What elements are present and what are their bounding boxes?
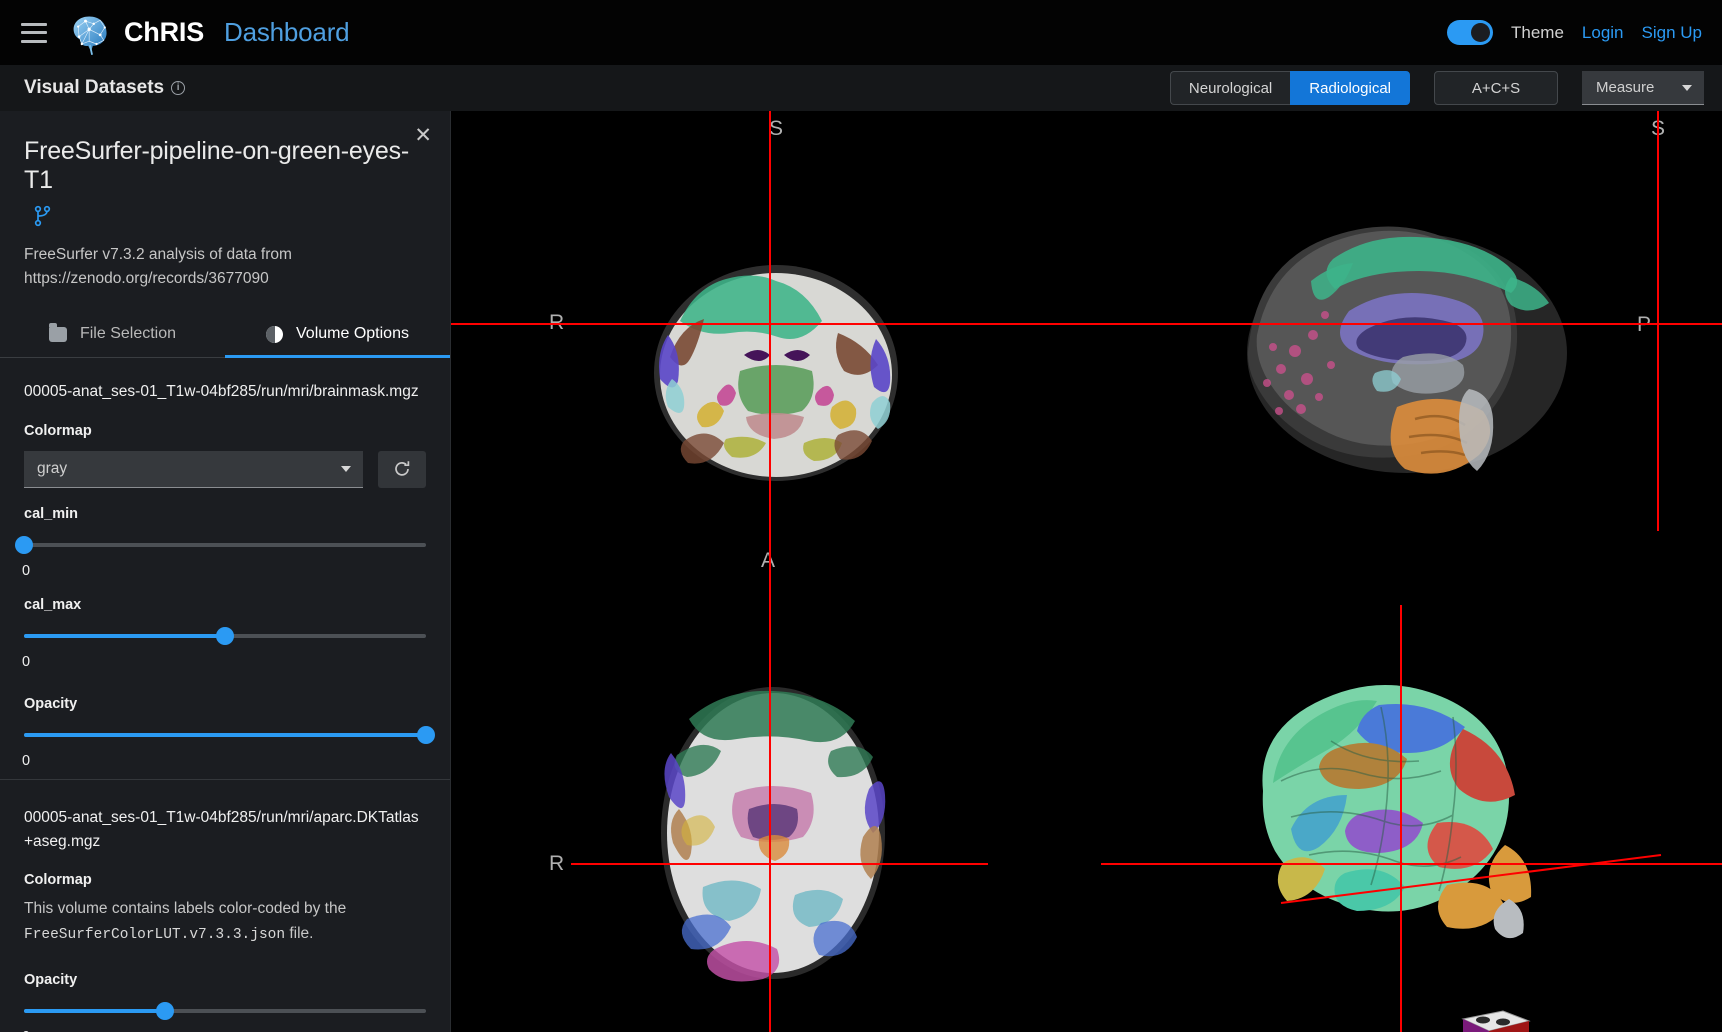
pane-render-3d[interactable] <box>1101 605 1722 1032</box>
theme-toggle[interactable] <box>1446 20 1493 45</box>
contrast-icon <box>266 325 284 343</box>
login-link[interactable]: Login <box>1582 23 1624 43</box>
panel-tabs: File Selection Volume Options <box>0 313 450 359</box>
crosshair-vertical[interactable] <box>769 605 771 1032</box>
volume-path: 00005-anat_ses-01_T1w-04bf285/run/mri/br… <box>24 383 419 401</box>
page-title: Visual Datasets i <box>24 77 186 99</box>
opacity-label: Opacity <box>24 695 78 712</box>
cal-min-slider[interactable] <box>15 535 426 554</box>
masthead-actions: Theme Login Sign Up <box>1446 0 1702 65</box>
colormap-lut-filename: FreeSurferColorLUT.v7.3.3.json <box>24 926 286 943</box>
coronal-slice-image <box>451 111 1101 605</box>
slider-thumb[interactable] <box>155 1001 174 1020</box>
slider-fill <box>24 1008 165 1013</box>
theme-toggle-knob <box>1470 23 1490 42</box>
pane-axial[interactable]: R <box>451 605 1101 1032</box>
view-controls: Neurological Radiological A+C+S Measure <box>1169 71 1704 105</box>
hamburger-bar <box>21 22 47 26</box>
signup-link[interactable]: Sign Up <box>1642 23 1702 43</box>
colormap-note-pre: This volume contains labels color-coded … <box>24 900 347 918</box>
orientation-label-r: R <box>549 852 565 875</box>
sagittal-slice-image <box>1101 111 1722 605</box>
tab-volume-options[interactable]: Volume Options <box>225 313 450 359</box>
page-title-text: Visual Datasets <box>24 77 165 98</box>
slider-track <box>24 542 426 547</box>
opacity-slider[interactable] <box>24 725 435 744</box>
slider-thumb[interactable] <box>15 535 33 554</box>
nifti-viewport[interactable]: S R A <box>451 111 1722 1032</box>
radiological-button[interactable]: Radiological <box>1290 71 1410 105</box>
opacity-label: Opacity <box>24 971 78 988</box>
crosshair-horizontal[interactable] <box>1101 323 1722 325</box>
tab-volume-options-label: Volume Options <box>296 325 409 343</box>
cal-max-slider[interactable] <box>24 626 426 645</box>
tab-file-selection-label: File Selection <box>79 325 177 343</box>
brain-logo-icon <box>73 16 107 55</box>
slider-fill <box>24 732 426 737</box>
orientation-label-s: S <box>769 117 784 140</box>
git-branch-icon[interactable] <box>34 205 52 227</box>
hamburger-bar <box>21 31 47 34</box>
colormap-label: Colormap <box>24 422 92 439</box>
axial-slice-image <box>451 605 1101 1032</box>
slider-thumb[interactable] <box>216 626 234 645</box>
orientation-cube-icon[interactable] <box>1449 1005 1533 1032</box>
cal-min-label: cal_min <box>24 505 78 522</box>
volume-block-aparc: 00005-anat_ses-01_T1w-04bf285/run/mri/ap… <box>0 778 450 1032</box>
crosshair-horizontal[interactable] <box>571 863 988 865</box>
masthead: ChRIS Dashboard Theme Login Sign Up <box>0 0 1722 65</box>
orientation-label-a: A <box>761 549 776 572</box>
colormap-select[interactable]: gray <box>24 450 363 488</box>
brand-subtitle: Dashboard <box>224 17 350 47</box>
colormap-row: gray <box>24 450 426 488</box>
cal-max-value: 0 <box>22 653 31 670</box>
opacity-slider[interactable] <box>24 1001 426 1020</box>
crosshair-vertical[interactable] <box>769 111 771 605</box>
crosshair-vertical[interactable] <box>1657 111 1659 531</box>
measure-dropdown[interactable]: Measure <box>1582 71 1704 105</box>
neurological-button[interactable]: Neurological <box>1169 71 1291 105</box>
pane-coronal[interactable]: S R A <box>451 111 1101 605</box>
surface-render-3d <box>1101 605 1722 1032</box>
colormap-note-post: file. <box>285 924 314 942</box>
cal-min-value: 0 <box>22 562 31 579</box>
hamburger-icon[interactable] <box>21 22 47 43</box>
orientation-label-p: P <box>1637 313 1651 337</box>
pane-sagittal[interactable]: S P <box>1101 111 1722 605</box>
volume-path: 00005-anat_ses-01_T1w-04bf285/run/mri/ap… <box>24 808 419 850</box>
slider-thumb[interactable] <box>417 725 435 744</box>
sub-toolbar: Visual Datasets i Neurological Radiologi… <box>0 65 1722 111</box>
dataset-panel: ✕ FreeSurfer-pipeline-on-green-eyes-T1 F… <box>0 111 451 1032</box>
colormap-note: This volume contains labels color-coded … <box>24 897 426 945</box>
crosshair-horizontal[interactable] <box>451 323 1101 325</box>
dataset-title: FreeSurfer-pipeline-on-green-eyes-T1 <box>24 137 410 194</box>
refresh-icon <box>395 461 410 476</box>
tab-file-selection[interactable]: File Selection <box>0 313 225 358</box>
acs-layout-button[interactable]: A+C+S <box>1434 71 1558 105</box>
chevron-down-icon <box>341 465 351 472</box>
chevron-down-icon <box>1682 84 1692 91</box>
opacity-value: 0 <box>22 752 31 769</box>
app-root: ChRIS Dashboard Theme Login Sign Up Visu… <box>0 0 1722 1032</box>
orientation-convention-toggle: Neurological Radiological <box>1169 71 1410 105</box>
dataset-description: FreeSurfer v7.3.2 analysis of data from … <box>24 246 292 288</box>
volume-block-brainmask: 00005-anat_ses-01_T1w-04bf285/run/mri/br… <box>0 358 450 778</box>
reset-colormap-button[interactable] <box>378 450 426 488</box>
measure-dropdown-label: Measure <box>1596 79 1655 96</box>
close-icon[interactable]: ✕ <box>414 125 432 146</box>
slider-fill <box>24 633 225 638</box>
brand-name: ChRIS <box>124 17 205 47</box>
theme-label: Theme <box>1510 22 1564 42</box>
cal-max-label: cal_max <box>24 596 82 613</box>
info-icon[interactable]: i <box>171 81 186 95</box>
brand[interactable]: ChRIS Dashboard <box>69 11 350 55</box>
hamburger-bar <box>21 39 47 43</box>
colormap-label: Colormap <box>24 872 92 889</box>
folder-icon <box>48 322 67 342</box>
colormap-select-value: gray <box>37 459 68 477</box>
